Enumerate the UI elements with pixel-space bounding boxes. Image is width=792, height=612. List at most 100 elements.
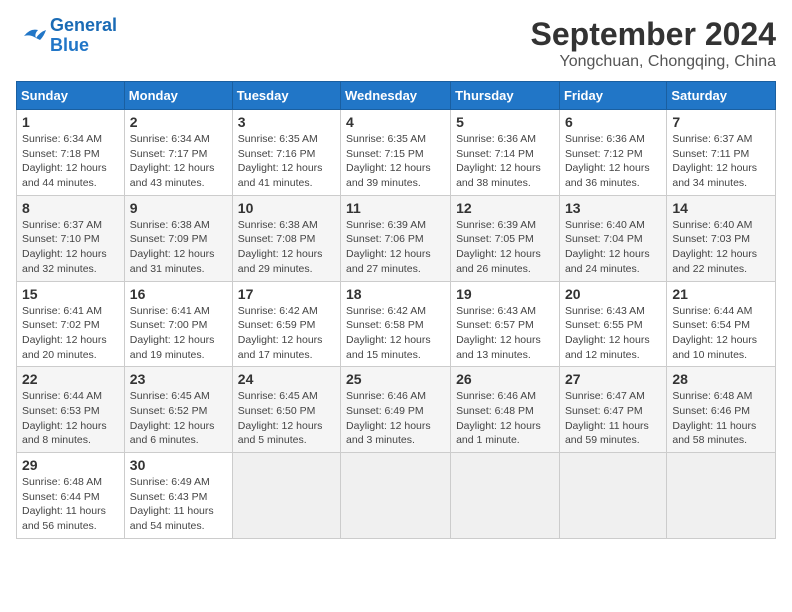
calendar-cell: 15 Sunrise: 6:41 AM Sunset: 7:02 PM Dayli… [17, 281, 125, 367]
calendar-cell: 13 Sunrise: 6:40 AM Sunset: 7:04 PM Dayli… [559, 195, 666, 281]
day-info: Sunrise: 6:41 AM Sunset: 7:02 PM Dayligh… [22, 304, 119, 363]
day-number: 10 [238, 200, 335, 216]
day-number: 30 [130, 457, 227, 473]
calendar-cell: 29 Sunrise: 6:48 AM Sunset: 6:44 PM Dayli… [17, 453, 125, 539]
calendar-cell: 2 Sunrise: 6:34 AM Sunset: 7:17 PM Daylig… [124, 110, 232, 196]
calendar-cell [667, 453, 776, 539]
day-number: 12 [456, 200, 554, 216]
day-info: Sunrise: 6:46 AM Sunset: 6:48 PM Dayligh… [456, 389, 554, 448]
day-info: Sunrise: 6:49 AM Sunset: 6:43 PM Dayligh… [130, 475, 227, 534]
header-saturday: Saturday [667, 82, 776, 110]
calendar-cell [232, 453, 340, 539]
day-number: 5 [456, 114, 554, 130]
day-number: 16 [130, 286, 227, 302]
calendar-cell: 28 Sunrise: 6:48 AM Sunset: 6:46 PM Dayli… [667, 367, 776, 453]
day-number: 8 [22, 200, 119, 216]
calendar-cell: 1 Sunrise: 6:34 AM Sunset: 7:18 PM Daylig… [17, 110, 125, 196]
day-number: 21 [672, 286, 770, 302]
day-number: 27 [565, 371, 661, 387]
header: General Blue September 2024 Yongchuan, C… [16, 16, 776, 71]
calendar-cell: 23 Sunrise: 6:45 AM Sunset: 6:52 PM Dayli… [124, 367, 232, 453]
calendar-table: SundayMondayTuesdayWednesdayThursdayFrid… [16, 81, 776, 539]
logo-text: General Blue [50, 16, 117, 56]
day-number: 28 [672, 371, 770, 387]
day-number: 20 [565, 286, 661, 302]
calendar-cell: 21 Sunrise: 6:44 AM Sunset: 6:54 PM Dayli… [667, 281, 776, 367]
day-info: Sunrise: 6:43 AM Sunset: 6:57 PM Dayligh… [456, 304, 554, 363]
day-number: 19 [456, 286, 554, 302]
logo: General Blue [16, 16, 117, 56]
calendar-cell: 7Sunrise: 6:37 AM Sunset: 7:11 PM Daylig… [667, 110, 776, 196]
day-info: Sunrise: 6:44 AM Sunset: 6:53 PM Dayligh… [22, 389, 119, 448]
day-info: Sunrise: 6:35 AM Sunset: 7:16 PM Dayligh… [238, 132, 335, 191]
day-number: 24 [238, 371, 335, 387]
day-number: 9 [130, 200, 227, 216]
day-number: 2 [130, 114, 227, 130]
calendar-cell: 19 Sunrise: 6:43 AM Sunset: 6:57 PM Dayli… [451, 281, 560, 367]
header-tuesday: Tuesday [232, 82, 340, 110]
calendar-row: 22Sunrise: 6:44 AM Sunset: 6:53 PM Dayli… [17, 367, 776, 453]
calendar-cell: 6 Sunrise: 6:36 AM Sunset: 7:12 PM Daylig… [559, 110, 666, 196]
day-number: 14 [672, 200, 770, 216]
calendar-cell: 17Sunrise: 6:42 AM Sunset: 6:59 PM Dayli… [232, 281, 340, 367]
calendar-cell: 16 Sunrise: 6:41 AM Sunset: 7:00 PM Dayli… [124, 281, 232, 367]
day-info: Sunrise: 6:38 AM Sunset: 7:08 PM Dayligh… [238, 218, 335, 277]
calendar-cell: 8 Sunrise: 6:37 AM Sunset: 7:10 PM Daylig… [17, 195, 125, 281]
calendar-cell: 9 Sunrise: 6:38 AM Sunset: 7:09 PM Daylig… [124, 195, 232, 281]
calendar-cell: 3 Sunrise: 6:35 AM Sunset: 7:16 PM Daylig… [232, 110, 340, 196]
calendar-cell: 4Sunrise: 6:35 AM Sunset: 7:15 PM Daylig… [341, 110, 451, 196]
day-info: Sunrise: 6:43 AM Sunset: 6:55 PM Dayligh… [565, 304, 661, 363]
calendar-row: 29 Sunrise: 6:48 AM Sunset: 6:44 PM Dayli… [17, 453, 776, 539]
day-number: 4 [346, 114, 445, 130]
day-info: Sunrise: 6:39 AM Sunset: 7:06 PM Dayligh… [346, 218, 445, 277]
day-info: Sunrise: 6:37 AM Sunset: 7:10 PM Dayligh… [22, 218, 119, 277]
day-number: 6 [565, 114, 661, 130]
day-info: Sunrise: 6:38 AM Sunset: 7:09 PM Dayligh… [130, 218, 227, 277]
calendar-cell [341, 453, 451, 539]
day-number: 15 [22, 286, 119, 302]
day-info: Sunrise: 6:45 AM Sunset: 6:50 PM Dayligh… [238, 389, 335, 448]
day-info: Sunrise: 6:36 AM Sunset: 7:14 PM Dayligh… [456, 132, 554, 191]
header-thursday: Thursday [451, 82, 560, 110]
day-info: Sunrise: 6:40 AM Sunset: 7:04 PM Dayligh… [565, 218, 661, 277]
header-row: SundayMondayTuesdayWednesdayThursdayFrid… [17, 82, 776, 110]
day-number: 13 [565, 200, 661, 216]
day-number: 1 [22, 114, 119, 130]
day-info: Sunrise: 6:45 AM Sunset: 6:52 PM Dayligh… [130, 389, 227, 448]
day-info: Sunrise: 6:39 AM Sunset: 7:05 PM Dayligh… [456, 218, 554, 277]
day-info: Sunrise: 6:47 AM Sunset: 6:47 PM Dayligh… [565, 389, 661, 448]
header-friday: Friday [559, 82, 666, 110]
header-monday: Monday [124, 82, 232, 110]
day-number: 26 [456, 371, 554, 387]
calendar-cell: 22Sunrise: 6:44 AM Sunset: 6:53 PM Dayli… [17, 367, 125, 453]
day-info: Sunrise: 6:34 AM Sunset: 7:17 PM Dayligh… [130, 132, 227, 191]
calendar-cell: 5 Sunrise: 6:36 AM Sunset: 7:14 PM Daylig… [451, 110, 560, 196]
header-wednesday: Wednesday [341, 82, 451, 110]
day-info: Sunrise: 6:44 AM Sunset: 6:54 PM Dayligh… [672, 304, 770, 363]
calendar-row: 15 Sunrise: 6:41 AM Sunset: 7:02 PM Dayli… [17, 281, 776, 367]
day-number: 23 [130, 371, 227, 387]
calendar-cell: 11Sunrise: 6:39 AM Sunset: 7:06 PM Dayli… [341, 195, 451, 281]
day-number: 7 [672, 114, 770, 130]
calendar-cell: 26 Sunrise: 6:46 AM Sunset: 6:48 PM Dayli… [451, 367, 560, 453]
calendar-cell: 30 Sunrise: 6:49 AM Sunset: 6:43 PM Dayli… [124, 453, 232, 539]
day-info: Sunrise: 6:41 AM Sunset: 7:00 PM Dayligh… [130, 304, 227, 363]
calendar-cell: 20 Sunrise: 6:43 AM Sunset: 6:55 PM Dayli… [559, 281, 666, 367]
day-info: Sunrise: 6:36 AM Sunset: 7:12 PM Dayligh… [565, 132, 661, 191]
calendar-cell: 10 Sunrise: 6:38 AM Sunset: 7:08 PM Dayli… [232, 195, 340, 281]
day-number: 3 [238, 114, 335, 130]
calendar-row: 8 Sunrise: 6:37 AM Sunset: 7:10 PM Daylig… [17, 195, 776, 281]
calendar-cell: 14 Sunrise: 6:40 AM Sunset: 7:03 PM Dayli… [667, 195, 776, 281]
logo-icon [16, 24, 46, 48]
title-area: September 2024 Yongchuan, Chongqing, Chi… [531, 16, 776, 71]
calendar-row: 1 Sunrise: 6:34 AM Sunset: 7:18 PM Daylig… [17, 110, 776, 196]
day-info: Sunrise: 6:42 AM Sunset: 6:58 PM Dayligh… [346, 304, 445, 363]
calendar-cell: 18Sunrise: 6:42 AM Sunset: 6:58 PM Dayli… [341, 281, 451, 367]
day-info: Sunrise: 6:40 AM Sunset: 7:03 PM Dayligh… [672, 218, 770, 277]
day-number: 29 [22, 457, 119, 473]
day-info: Sunrise: 6:48 AM Sunset: 6:46 PM Dayligh… [672, 389, 770, 448]
day-info: Sunrise: 6:34 AM Sunset: 7:18 PM Dayligh… [22, 132, 119, 191]
day-number: 17 [238, 286, 335, 302]
calendar-cell: 27 Sunrise: 6:47 AM Sunset: 6:47 PM Dayli… [559, 367, 666, 453]
day-info: Sunrise: 6:48 AM Sunset: 6:44 PM Dayligh… [22, 475, 119, 534]
